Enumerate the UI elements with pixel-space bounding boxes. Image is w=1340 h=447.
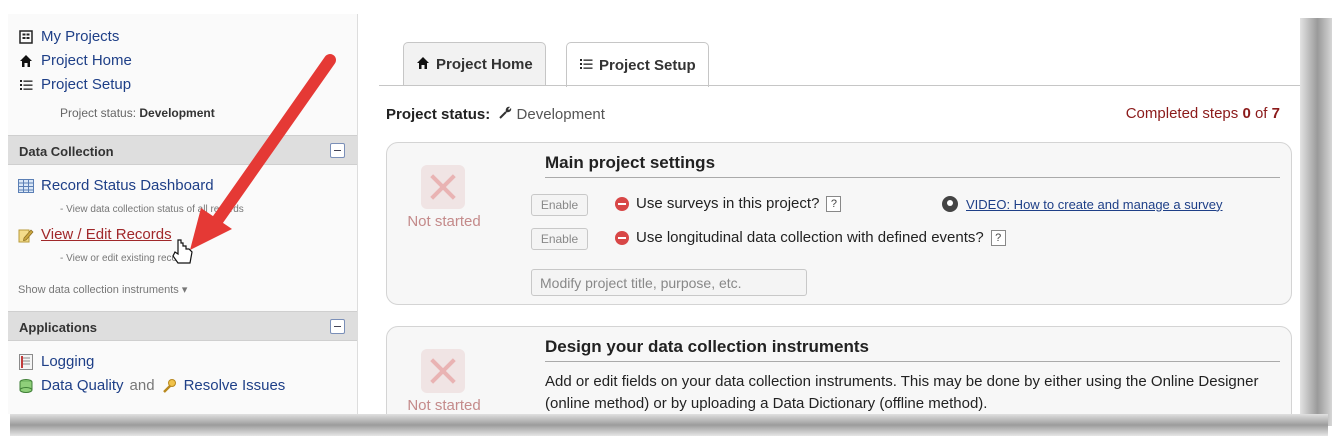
video-label: VIDEO: How to create and manage a survey — [966, 196, 1223, 212]
sidebar-item-data-quality[interactable]: Data Quality and Resolve Issues — [18, 377, 285, 394]
sidebar-link-project-setup[interactable]: Project Setup — [18, 76, 131, 93]
completed-done: 0 — [1242, 105, 1251, 122]
resolve-issues-link[interactable]: Resolve Issues — [184, 377, 286, 394]
collapse-icon[interactable] — [330, 143, 345, 158]
sidebar-item-label: View / Edit Records — [41, 226, 172, 243]
status-value: Development — [139, 106, 215, 120]
and-text: and — [129, 377, 155, 394]
grid-icon — [18, 178, 34, 194]
collapse-icon[interactable] — [330, 319, 345, 334]
show-instruments-toggle[interactable]: Show data collection instruments ▾ — [18, 283, 187, 296]
section-header-data-collection: Data Collection — [8, 135, 357, 165]
project-list-icon — [18, 29, 34, 45]
tab-divider — [379, 85, 1300, 86]
status-label: Project status: — [386, 106, 491, 123]
wrench-icon — [498, 105, 512, 123]
card-title: Design your data collection instruments — [545, 337, 1280, 362]
status-dot-icon — [615, 230, 629, 245]
option-surveys: Use surveys in this project? ? — [615, 195, 842, 212]
setup-card-main-settings: Not started Main project settings Enable… — [386, 142, 1292, 305]
completed-prefix: Completed steps — [1125, 105, 1239, 122]
step-status: Not started — [407, 397, 481, 414]
sidebar-item-label: Record Status Dashboard — [41, 177, 214, 194]
completed-of: of — [1254, 105, 1268, 122]
tab-label: Project Setup — [599, 56, 696, 74]
home-icon — [416, 56, 430, 73]
step-status: Not started — [407, 213, 481, 230]
tab-label: Project Home — [436, 55, 533, 73]
option-label: Use surveys in this project? — [636, 195, 820, 212]
sidebar-link-project-home[interactable]: Project Home — [18, 52, 132, 69]
home-icon — [18, 53, 34, 69]
tab-project-home[interactable]: Project Home — [403, 42, 546, 85]
sidebar-link-label: Project Home — [41, 52, 132, 69]
completed-steps: Completed steps 0 of 7 — [1126, 105, 1280, 122]
option-label: Use longitudinal data collection with de… — [636, 229, 984, 246]
screenshot-frame: My Projects Project Home Project Setup P… — [0, 0, 1340, 447]
sidebar-item-record-status-dashboard[interactable]: Record Status Dashboard — [18, 177, 214, 194]
sidebar-item-view-edit-records[interactable]: View / Edit Records — [18, 226, 172, 243]
resolve-issues-icon — [161, 378, 177, 394]
section-header-applications: Applications — [8, 311, 357, 341]
list-icon — [18, 77, 34, 93]
enable-surveys-button[interactable]: Enable — [531, 194, 588, 216]
sidebar-link-label: My Projects — [41, 28, 120, 45]
frame-shadow-bottom — [10, 414, 1328, 436]
main-panel: Project Home Project Setup Project statu… — [359, 14, 1300, 414]
sidebar-link-my-projects[interactable]: My Projects — [18, 28, 119, 45]
film-icon — [942, 196, 958, 212]
edit-records-icon — [18, 227, 34, 243]
status-dot-icon — [615, 196, 629, 211]
frame-shadow-right — [1300, 18, 1332, 426]
enable-longitudinal-button[interactable]: Enable — [531, 228, 588, 250]
option-longitudinal: Use longitudinal data collection with de… — [615, 229, 1006, 246]
list-icon — [579, 57, 593, 74]
card-description: Add or edit fields on your data collecti… — [545, 373, 1259, 412]
status-value: Development — [516, 106, 605, 123]
sidebar-link-label: Project Setup — [41, 76, 132, 93]
setup-card-design-instruments: Not started Design your data collection … — [386, 326, 1292, 414]
status-label: Project status: — [60, 106, 137, 120]
sidebar-item-description: - View data collection status of all rec… — [60, 204, 244, 215]
help-icon[interactable]: ? — [826, 195, 842, 212]
tab-project-setup[interactable]: Project Setup — [566, 42, 709, 87]
sidebar-item-label: Logging — [41, 353, 95, 370]
sidebar-item-description: - View or edit existing records — [60, 253, 191, 264]
modify-project-button[interactable]: Modify project title, purpose, etc. — [531, 269, 807, 296]
card-title: Main project settings — [545, 153, 1280, 178]
video-link[interactable]: VIDEO: How to create and manage a survey — [942, 196, 1223, 212]
not-started-icon — [421, 165, 465, 209]
section-title: Applications — [19, 320, 98, 335]
sidebar-item-logging[interactable]: Logging — [18, 353, 94, 370]
section-title: Data Collection — [19, 144, 114, 159]
help-icon[interactable]: ? — [990, 229, 1006, 246]
sidebar-project-status: Project status: Development — [60, 106, 215, 120]
data-quality-icon — [18, 378, 34, 394]
project-status: Project status: Development — [386, 105, 605, 123]
sidebar: My Projects Project Home Project Setup P… — [8, 14, 358, 414]
sidebar-item-label: Data Quality — [41, 377, 124, 394]
completed-total: 7 — [1271, 105, 1280, 122]
status-value-wrap: Development — [498, 106, 605, 123]
not-started-icon — [421, 349, 465, 393]
log-icon — [18, 353, 34, 370]
